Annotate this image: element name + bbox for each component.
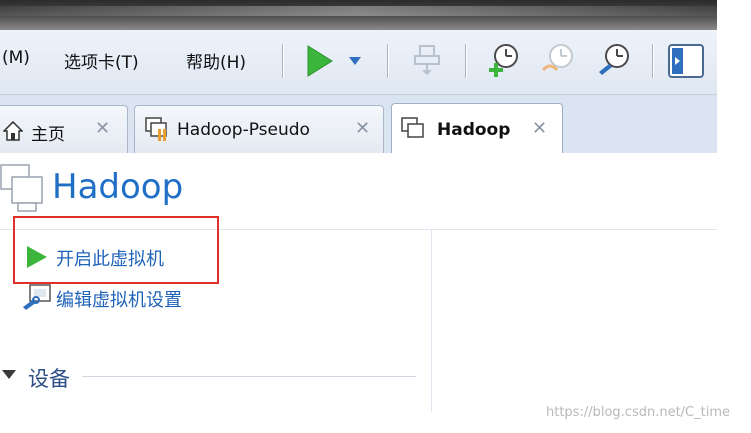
tab-hadoop-pseudo-close-icon[interactable]: ✕ <box>355 118 370 139</box>
toolbar-separator <box>387 44 388 78</box>
toolbar-separator <box>282 44 283 78</box>
collapse-triangle-icon[interactable] <box>2 370 16 379</box>
vm-icon <box>145 117 167 141</box>
play-icon <box>27 246 47 268</box>
power-dropdown-chevron-down-icon[interactable] <box>348 56 362 66</box>
divider <box>82 376 416 377</box>
vmware-window: (M) 选项卡(T) 帮助(H) 主页 ✕ Hadoop-Pseudo ✕ Ha… <box>0 0 717 412</box>
tab-home-close-icon[interactable]: ✕ <box>95 118 110 139</box>
settings-wrench-icon <box>23 284 51 310</box>
column-divider <box>431 229 432 412</box>
menu-view[interactable]: (M) <box>2 48 30 68</box>
vm-large-icon <box>0 164 43 212</box>
power-on-vm-label: 开启此虚拟机 <box>56 249 164 270</box>
library-view-icon[interactable] <box>668 44 704 78</box>
tab-hadoop-label: Hadoop <box>437 120 511 140</box>
tab-hadoop-pseudo-label: Hadoop-Pseudo <box>177 120 310 140</box>
title-bar <box>0 0 717 30</box>
network-icon[interactable] <box>412 44 442 76</box>
vm-icon <box>401 117 424 138</box>
edit-vm-settings-label: 编辑虚拟机设置 <box>56 290 182 311</box>
page-title: Hadoop <box>52 167 184 207</box>
menu-help[interactable]: 帮助(H) <box>186 48 246 73</box>
devices-section-title[interactable]: 设备 <box>28 363 70 393</box>
vm-summary-panel: Hadoop 开启此虚拟机 编辑虚拟机设置 设备 <box>0 153 717 412</box>
power-on-icon[interactable] <box>305 44 335 78</box>
tab-hadoop-pseudo[interactable]: Hadoop-Pseudo ✕ <box>134 105 384 153</box>
tab-home-label: 主页 <box>31 125 65 145</box>
revert-snapshot-icon[interactable] <box>540 42 576 78</box>
tab-bar: 主页 ✕ Hadoop-Pseudo ✕ Hadoop ✕ <box>0 95 717 154</box>
home-icon <box>3 121 23 141</box>
menu-toolbar: (M) 选项卡(T) 帮助(H) <box>0 30 717 95</box>
menu-tabs[interactable]: 选项卡(T) <box>64 48 139 73</box>
tab-home[interactable]: 主页 ✕ <box>0 105 128 153</box>
tab-hadoop-close-icon[interactable]: ✕ <box>532 118 547 139</box>
toolbar-separator <box>652 44 653 78</box>
take-snapshot-icon[interactable] <box>485 42 521 78</box>
watermark: https://blog.csdn.net/C_time <box>546 405 731 420</box>
toolbar-separator <box>465 44 466 78</box>
snapshot-manager-icon[interactable] <box>596 42 632 78</box>
tab-hadoop[interactable]: Hadoop ✕ <box>391 103 563 154</box>
